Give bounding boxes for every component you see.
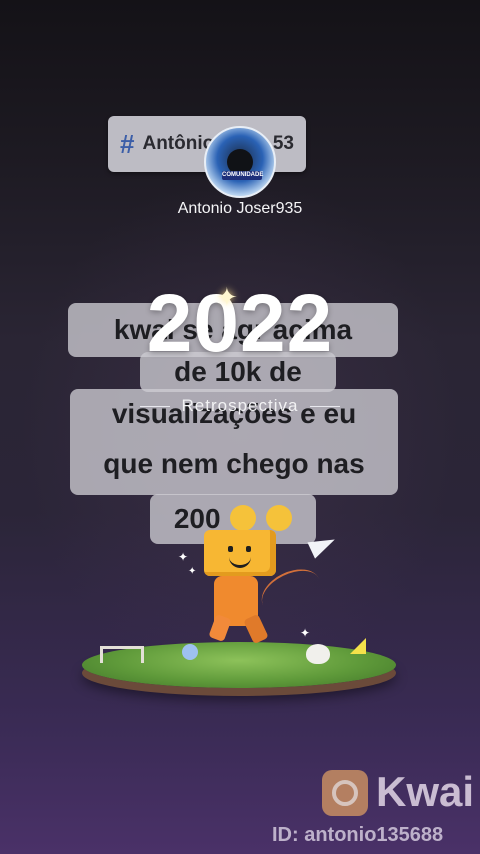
- mascot-smile: [229, 556, 251, 568]
- kwai-watermark: Kwai: [376, 768, 475, 815]
- flower-decoration: [182, 644, 198, 660]
- mascot-eye: [246, 546, 251, 552]
- fence-decoration: [100, 646, 144, 663]
- flag-decoration: [350, 638, 366, 654]
- sparkle-icon: ✦: [216, 282, 238, 312]
- sparkle-icon: ✦: [188, 566, 197, 577]
- username-label[interactable]: Antonio Joser935: [0, 200, 480, 218]
- kwai-user-id: ID: antonio135688: [272, 824, 444, 846]
- comment-line-4: que nem chego nas: [103, 448, 365, 479]
- mascot-head: [204, 530, 276, 576]
- laughing-emoji-icon: [230, 504, 257, 531]
- laughing-emoji-icon: [266, 504, 293, 531]
- divider-right: [310, 406, 341, 408]
- bird-decoration: [306, 644, 330, 664]
- sparkle-icon: ✦: [178, 550, 189, 564]
- sparkle-icon: ✦: [300, 626, 311, 640]
- kwai-logo-icon: [322, 770, 368, 816]
- hashtag-text-left: Antônio: [142, 133, 215, 154]
- hashtag-icon: #: [120, 128, 135, 159]
- avatar[interactable]: COMUNIDADE: [204, 126, 276, 198]
- mascot-eye: [228, 546, 233, 552]
- retrospective-subtitle-row: Retrospectiva: [0, 396, 480, 416]
- avatar-banner: COMUNIDADE: [222, 171, 264, 180]
- retrospective-year: 2022: [146, 278, 334, 369]
- hashtag-text-right: 53: [272, 133, 294, 154]
- divider-left: [139, 406, 170, 408]
- retrospective-subtitle: Retrospectiva: [181, 396, 299, 415]
